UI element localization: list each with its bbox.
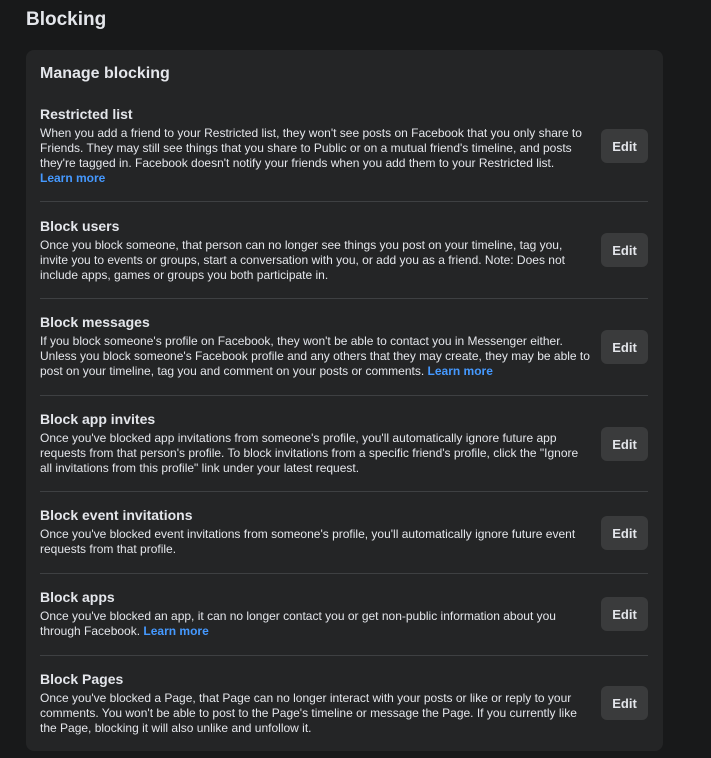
- learn-more-link[interactable]: Learn more: [40, 171, 105, 185]
- section-description: Once you've blocked a Page, that Page ca…: [40, 691, 577, 735]
- section-description: Once you've blocked app invitations from…: [40, 431, 579, 475]
- edit-block-app-invites-button[interactable]: Edit: [601, 427, 648, 461]
- section-title: Block event invitations: [40, 507, 193, 523]
- manage-blocking-card: Manage blocking Restricted list When you…: [26, 50, 663, 751]
- section-title: Block Pages: [40, 671, 124, 687]
- section-description: Once you block someone, that person can …: [40, 238, 565, 282]
- edit-block-event-invitations-button[interactable]: Edit: [601, 516, 648, 550]
- section-block-apps: Block apps Once you've blocked an app, i…: [40, 588, 648, 656]
- edit-block-apps-button[interactable]: Edit: [601, 597, 648, 631]
- section-title: Restricted list: [40, 106, 133, 122]
- section-block-messages: Block messages If you block someone's pr…: [40, 313, 648, 396]
- section-description-text: Once you've blocked an app, it can no lo…: [40, 609, 556, 638]
- section-block-event-invitations: Block event invitations Once you've bloc…: [40, 506, 648, 574]
- section-title: Block messages: [40, 314, 150, 330]
- page-title: Blocking: [26, 9, 107, 30]
- learn-more-link[interactable]: Learn more: [428, 364, 493, 378]
- edit-block-users-button[interactable]: Edit: [601, 233, 648, 267]
- section-title: Block app invites: [40, 411, 156, 427]
- section-block-pages: Block Pages Once you've blocked a Page, …: [40, 670, 648, 740]
- edit-block-pages-button[interactable]: Edit: [601, 686, 648, 720]
- edit-restricted-list-button[interactable]: Edit: [601, 129, 648, 163]
- card-title: Manage blocking: [40, 65, 170, 82]
- section-description-text: If you block someone's profile on Facebo…: [40, 334, 590, 378]
- section-block-app-invites: Block app invites Once you've blocked ap…: [40, 410, 648, 492]
- section-block-users: Block users Once you block someone, that…: [40, 217, 648, 299]
- section-restricted-list: Restricted list When you add a friend to…: [40, 105, 648, 202]
- edit-block-messages-button[interactable]: Edit: [601, 330, 648, 364]
- section-description-text: When you add a friend to your Restricted…: [40, 126, 582, 170]
- section-title: Block users: [40, 218, 120, 234]
- section-description: Once you've blocked event invitations fr…: [40, 527, 576, 556]
- section-title: Block apps: [40, 589, 115, 605]
- learn-more-link[interactable]: Learn more: [143, 624, 208, 638]
- section-description: If you block someone's profile on Facebo…: [40, 334, 592, 379]
- section-description: When you add a friend to your Restricted…: [40, 126, 592, 186]
- section-description: Once you've blocked an app, it can no lo…: [40, 609, 592, 639]
